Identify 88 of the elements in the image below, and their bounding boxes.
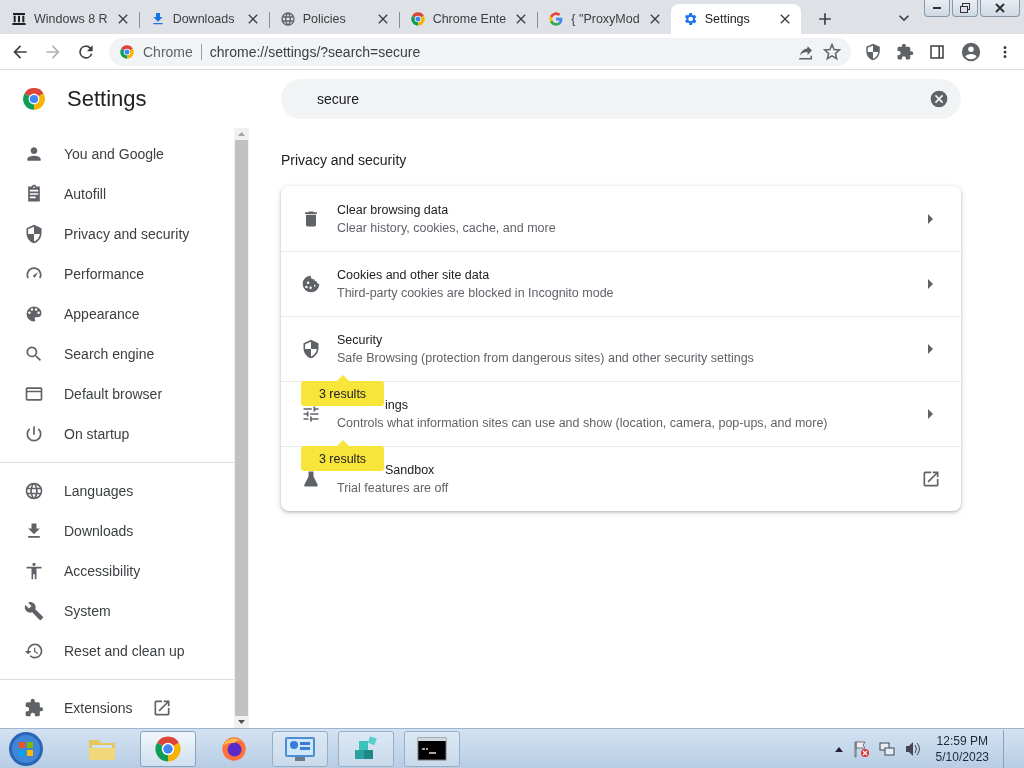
globe-icon (279, 11, 296, 27)
close-icon (995, 3, 1005, 13)
browser-tab[interactable]: Settings (670, 4, 801, 34)
palette-icon (24, 304, 44, 324)
minimize-icon (933, 7, 941, 9)
terminal-icon (417, 736, 447, 761)
settings-row[interactable]: Security Safe Browsing (protection from dangerous sites) and other security settings (281, 316, 961, 381)
avatar-icon[interactable] (960, 40, 982, 63)
row-description: Trial features are off (337, 481, 450, 495)
browser-logo-icon (119, 43, 135, 60)
close-window-button[interactable] (980, 0, 1020, 17)
settings-row[interactable]: Cookies and other site data Third-party cookies are blocked in Incognito mode (281, 251, 961, 316)
bank-icon (11, 11, 27, 27)
settings-title: Settings (67, 86, 147, 112)
row-description: Clear history, cookies, cache, and more (337, 220, 557, 235)
star-icon[interactable] (823, 42, 841, 61)
restore-button[interactable] (952, 0, 978, 17)
browser-logo-icon (21, 86, 47, 112)
settings-row[interactable]: Clear browsing data Clear history, cookies, cache, and more (281, 186, 961, 251)
browser-tab[interactable]: Policies (268, 4, 399, 34)
browser-logo-icon (153, 733, 183, 764)
url-text: chrome://settings/?search=secure (209, 43, 422, 60)
row-description: Safe Browsing (protection from dangerous sites) and other security settings (337, 351, 755, 365)
control-panel-icon (283, 734, 317, 763)
wrench-icon (24, 601, 44, 621)
shield-icon (301, 339, 321, 359)
sidebar-item[interactable]: On startup (0, 414, 234, 454)
sidebar-item[interactable]: Extensions (0, 688, 234, 728)
power-icon (24, 424, 44, 444)
external-link-icon[interactable] (921, 469, 941, 489)
shield-icon (24, 224, 44, 244)
sidebar-item[interactable]: Accessibility (0, 551, 234, 591)
browser-tab[interactable]: Downloads (138, 4, 269, 34)
clear-icon[interactable] (929, 89, 949, 109)
sidebar-item[interactable]: Autofill (0, 174, 234, 214)
accessibility-icon (24, 561, 44, 581)
row-title: Clear browsing data (337, 202, 449, 217)
row-title: ings (385, 398, 408, 412)
history-icon (24, 641, 44, 661)
sidebar-item[interactable]: System (0, 591, 234, 631)
sidebar-item[interactable]: Languages (0, 471, 234, 511)
search-field[interactable]: secure (281, 79, 961, 119)
letter-g-icon (548, 11, 565, 27)
browser-tab[interactable]: Chrome Ente (398, 4, 538, 34)
row-description: Controls what information sites can use and show (location, camera, pop-ups, and more) (337, 416, 829, 430)
sidebar-item[interactable]: Privacy and security (0, 214, 234, 254)
start-button[interactable] (6, 729, 46, 768)
sidebar-item[interactable]: Default browser (0, 374, 234, 414)
browser-tab[interactable]: Windows 8 R (0, 4, 139, 34)
sidebar-item[interactable]: Reset and clean up (0, 631, 234, 671)
arrow-right-icon (928, 213, 933, 224)
network-icon[interactable] (877, 739, 896, 758)
shield-icon[interactable] (864, 42, 882, 61)
site-label: Chrome (143, 43, 202, 60)
browser-tab[interactable]: { "ProxyMod (537, 4, 671, 34)
sliders-icon (301, 404, 321, 424)
flask-icon (301, 469, 321, 489)
flag-icon[interactable] (851, 739, 870, 758)
sidebar-item[interactable]: Appearance (0, 294, 234, 334)
arrow-right-icon (928, 279, 933, 289)
taskbar-button[interactable] (404, 730, 460, 767)
search-icon (24, 344, 44, 364)
row-title: Security (337, 333, 383, 347)
sidebar-item[interactable]: Performance (0, 254, 234, 294)
browser-window-icon (24, 384, 44, 404)
row-title: Sandbox (385, 463, 435, 477)
globe-icon (24, 481, 44, 501)
arrow-right-icon (928, 344, 933, 354)
puzzle-icon[interactable] (896, 42, 914, 61)
side-panel-icon[interactable] (928, 42, 946, 61)
clock[interactable]: 12:59 PM 5/10/2023 (935, 732, 989, 765)
scrollbar[interactable] (234, 128, 249, 728)
sidebar-item[interactable]: You and Google (0, 134, 234, 174)
arrow-right-icon (928, 409, 933, 419)
sidebar-item[interactable]: Search engine (0, 334, 234, 374)
row-description: Third-party cookies are blocked in Incognito mode (337, 286, 615, 300)
sidebar-item[interactable]: Downloads (0, 511, 234, 551)
row-title: Cookies and other site data (337, 268, 490, 282)
address-bar[interactable]: Chrome chrome://settings/?search=secure (109, 37, 851, 66)
fox-browser-icon (220, 734, 248, 763)
cookie-icon (301, 274, 321, 294)
browser-logo-icon (409, 11, 426, 27)
section-title: Privacy and security (281, 152, 408, 168)
restore-icon (960, 3, 970, 13)
external-link-icon[interactable] (152, 698, 173, 718)
puzzle-icon (24, 698, 44, 718)
scroll-down-icon[interactable] (238, 720, 245, 724)
minimize-button[interactable] (924, 0, 950, 17)
